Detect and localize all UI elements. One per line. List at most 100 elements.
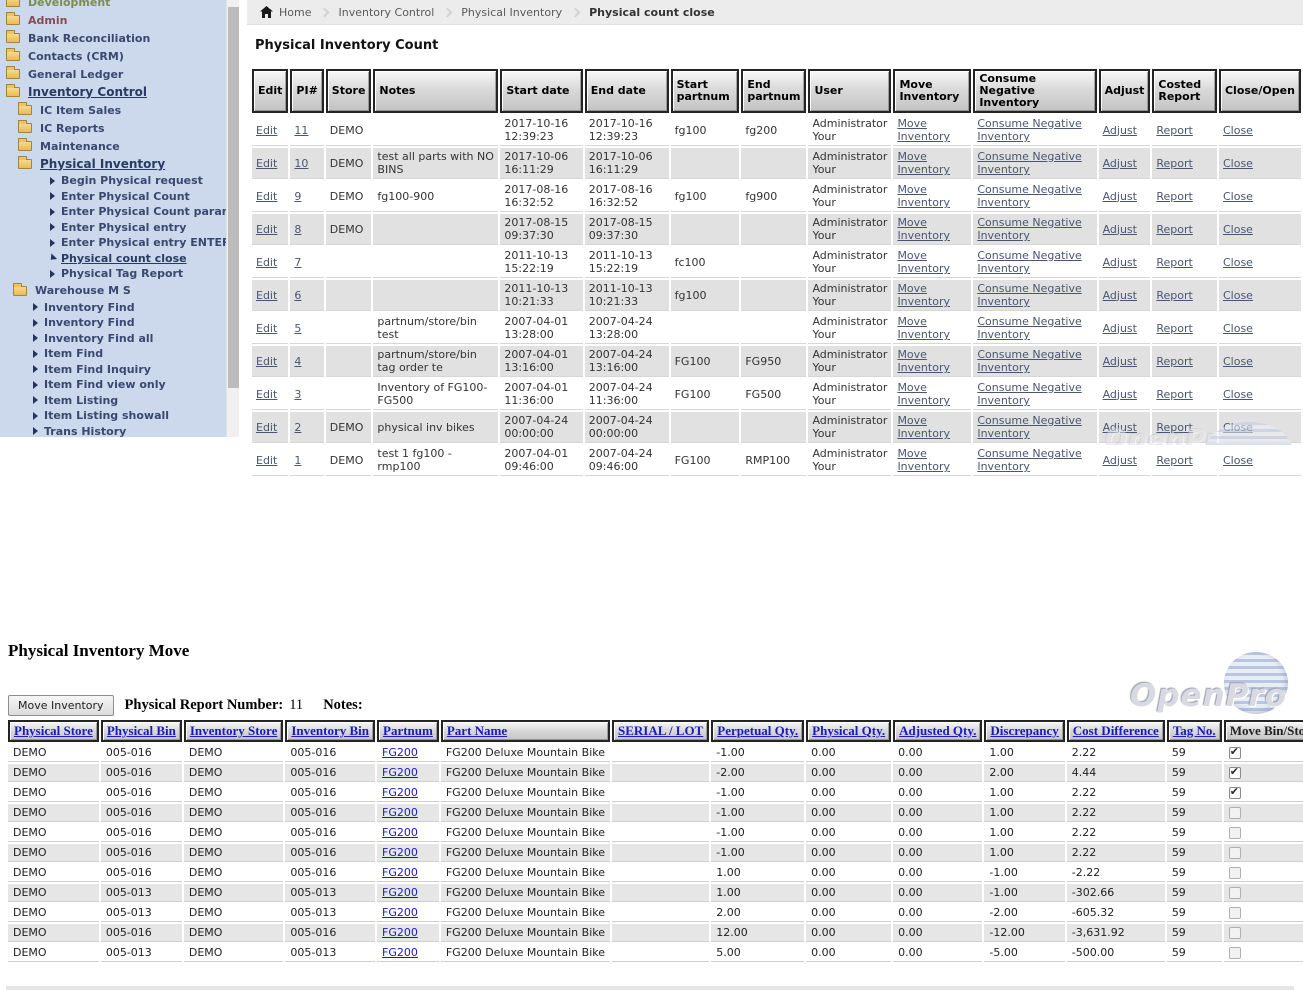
- move-column-link[interactable]: Perpetual Qty.: [717, 723, 798, 738]
- sidebar-item-inventory-find[interactable]: Inventory Find: [0, 300, 226, 316]
- move-inventory-link[interactable]: Move Inventory: [897, 150, 950, 176]
- partnum-link[interactable]: FG200: [382, 926, 418, 939]
- edit-link[interactable]: Edit: [256, 256, 277, 269]
- costed-report-link[interactable]: Report: [1156, 322, 1192, 335]
- move-column-physical-bin[interactable]: Physical Bin: [101, 720, 182, 742]
- move-inventory-link[interactable]: Move Inventory: [897, 414, 950, 440]
- move-inventory-link[interactable]: Move Inventory: [897, 216, 950, 242]
- sidebar-item-inventory-control[interactable]: Inventory Control: [0, 83, 226, 101]
- adjust-link[interactable]: Adjust: [1103, 289, 1137, 302]
- sidebar-item-item-listing[interactable]: Item Listing: [0, 393, 226, 409]
- move-column-inventory-bin[interactable]: Inventory Bin: [285, 720, 375, 742]
- move-inventory-link[interactable]: Move Inventory: [897, 249, 950, 275]
- adjust-link[interactable]: Adjust: [1103, 256, 1137, 269]
- close-link[interactable]: Close: [1223, 223, 1253, 236]
- close-link[interactable]: Close: [1223, 289, 1253, 302]
- move-inventory-link[interactable]: Move Inventory: [897, 282, 950, 308]
- move-bin-store-checkbox[interactable]: [1229, 947, 1241, 959]
- count-column-store[interactable]: Store: [326, 69, 372, 113]
- costed-report-link[interactable]: Report: [1156, 190, 1192, 203]
- move-inventory-link[interactable]: Move Inventory: [897, 447, 950, 473]
- consume-negative-inventory-link[interactable]: Consume Negative Inventory: [977, 414, 1081, 440]
- edit-link[interactable]: Edit: [256, 289, 277, 302]
- costed-report-link[interactable]: Report: [1156, 289, 1192, 302]
- close-link[interactable]: Close: [1223, 190, 1253, 203]
- move-bin-store-checkbox[interactable]: [1229, 747, 1241, 759]
- sidebar-item-bank-reconciliation[interactable]: Bank Reconciliation: [0, 29, 226, 47]
- sidebar-item-physical-tag-report[interactable]: Physical Tag Report: [0, 266, 226, 282]
- consume-negative-inventory-link[interactable]: Consume Negative Inventory: [977, 216, 1081, 242]
- adjust-link[interactable]: Adjust: [1103, 322, 1137, 335]
- pi-link[interactable]: 3: [294, 388, 301, 401]
- costed-report-link[interactable]: Report: [1156, 454, 1192, 467]
- move-bin-store-checkbox[interactable]: [1229, 907, 1241, 919]
- sidebar-item-begin-physical-request[interactable]: Begin Physical request: [0, 173, 226, 189]
- edit-link[interactable]: Edit: [256, 223, 277, 236]
- sidebar-item-development[interactable]: Development: [0, 0, 226, 11]
- move-column-discrepancy[interactable]: Discrepancy: [984, 720, 1064, 742]
- move-bin-store-checkbox[interactable]: [1229, 787, 1241, 799]
- edit-link[interactable]: Edit: [256, 421, 277, 434]
- count-column-costed-report[interactable]: Costed Report: [1152, 69, 1217, 113]
- consume-negative-inventory-link[interactable]: Consume Negative Inventory: [977, 381, 1081, 407]
- breadcrumb-inventory-control[interactable]: Inventory Control: [338, 6, 434, 19]
- move-column-serial-lot[interactable]: SERIAL / LOT: [612, 720, 709, 742]
- move-column-link[interactable]: Physical Bin: [107, 723, 176, 738]
- pi-link[interactable]: 11: [294, 124, 308, 137]
- move-bin-store-checkbox[interactable]: [1229, 867, 1241, 879]
- move-bin-store-checkbox[interactable]: [1229, 827, 1241, 839]
- breadcrumb-physical-inventory[interactable]: Physical Inventory: [461, 6, 562, 19]
- sidebar-item-item-find[interactable]: Item Find: [0, 346, 226, 362]
- move-column-tag-no[interactable]: Tag No.: [1167, 720, 1222, 742]
- move-bin-store-checkbox[interactable]: [1229, 927, 1241, 939]
- sidebar-item-enter-physical-count-param[interactable]: Enter Physical Count param: [0, 204, 226, 220]
- partnum-link[interactable]: FG200: [382, 786, 418, 799]
- pi-link[interactable]: 8: [294, 223, 301, 236]
- close-link[interactable]: Close: [1223, 322, 1253, 335]
- close-link[interactable]: Close: [1223, 388, 1253, 401]
- move-bin-store-checkbox[interactable]: [1229, 847, 1241, 859]
- sidebar-item-general-ledger[interactable]: General Ledger: [0, 65, 226, 83]
- move-column-link[interactable]: Cost Difference: [1073, 723, 1159, 738]
- move-column-part-name[interactable]: Part Name: [441, 720, 610, 742]
- sidebar-item-ic-reports[interactable]: IC Reports: [0, 119, 226, 137]
- partnum-link[interactable]: FG200: [382, 766, 418, 779]
- partnum-link[interactable]: FG200: [382, 866, 418, 879]
- adjust-link[interactable]: Adjust: [1103, 157, 1137, 170]
- consume-negative-inventory-link[interactable]: Consume Negative Inventory: [977, 348, 1081, 374]
- close-link[interactable]: Close: [1223, 157, 1253, 170]
- consume-negative-inventory-link[interactable]: Consume Negative Inventory: [977, 315, 1081, 341]
- adjust-link[interactable]: Adjust: [1103, 421, 1137, 434]
- sidebar-item-trans-history[interactable]: Trans History: [0, 424, 226, 438]
- sidebar-item-maintenance[interactable]: Maintenance: [0, 137, 226, 155]
- sidebar-item-inventory-find-all[interactable]: Inventory Find all: [0, 331, 226, 347]
- adjust-link[interactable]: Adjust: [1103, 355, 1137, 368]
- partnum-link[interactable]: FG200: [382, 746, 418, 759]
- partnum-link[interactable]: FG200: [382, 826, 418, 839]
- count-column-notes[interactable]: Notes: [373, 69, 498, 113]
- partnum-link[interactable]: FG200: [382, 806, 418, 819]
- move-column-perpetual-qty[interactable]: Perpetual Qty.: [711, 720, 804, 742]
- sidebar-item-enter-physical-entry[interactable]: Enter Physical entry: [0, 220, 226, 236]
- move-column-link[interactable]: Tag No.: [1173, 723, 1216, 738]
- sidebar-scrollbar-thumb[interactable]: [228, 7, 239, 388]
- pi-link[interactable]: 4: [294, 355, 301, 368]
- pi-link[interactable]: 5: [294, 322, 301, 335]
- close-link[interactable]: Close: [1223, 256, 1253, 269]
- consume-negative-inventory-link[interactable]: Consume Negative Inventory: [977, 447, 1081, 473]
- sidebar-item-contacts-crm[interactable]: Contacts (CRM): [0, 47, 226, 65]
- move-bin-store-checkbox[interactable]: [1229, 807, 1241, 819]
- move-column-inventory-store[interactable]: Inventory Store: [184, 720, 284, 742]
- consume-negative-inventory-link[interactable]: Consume Negative Inventory: [977, 249, 1081, 275]
- move-inventory-link[interactable]: Move Inventory: [897, 381, 950, 407]
- partnum-link[interactable]: FG200: [382, 886, 418, 899]
- consume-negative-inventory-link[interactable]: Consume Negative Inventory: [977, 183, 1081, 209]
- sidebar-item-ic-item-sales[interactable]: IC Item Sales: [0, 101, 226, 119]
- move-column-partnum[interactable]: Partnum: [377, 720, 439, 742]
- move-inventory-button[interactable]: Move Inventory: [8, 695, 114, 716]
- pi-link[interactable]: 7: [294, 256, 301, 269]
- consume-negative-inventory-link[interactable]: Consume Negative Inventory: [977, 117, 1081, 143]
- move-column-move-bin-store[interactable]: Move Bin/Store: [1224, 720, 1303, 742]
- move-inventory-link[interactable]: Move Inventory: [897, 117, 950, 143]
- close-link[interactable]: Close: [1223, 355, 1253, 368]
